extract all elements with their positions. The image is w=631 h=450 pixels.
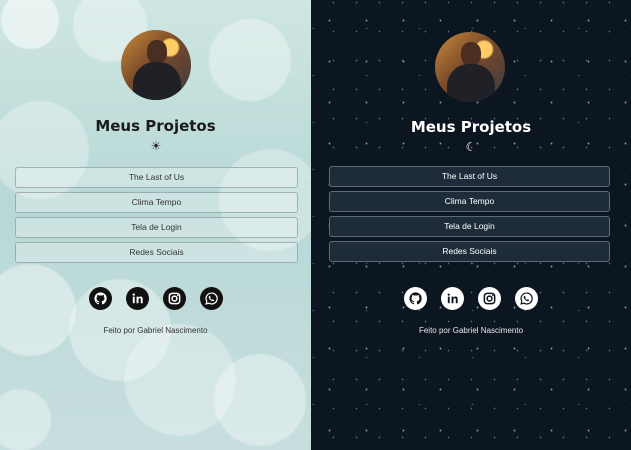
github-icon[interactable] [88, 287, 112, 310]
avatar [435, 32, 505, 102]
project-button-clima-tempo[interactable]: Clima Tempo [15, 192, 298, 213]
whatsapp-icon[interactable] [515, 287, 538, 310]
footer-credit: Feito por Gabriel Nascimento [418, 326, 524, 335]
instagram-icon[interactable] [162, 287, 186, 310]
sun-icon[interactable]: ☀ [149, 139, 163, 153]
moon-icon[interactable]: ☾ [464, 140, 478, 154]
social-icons [311, 287, 631, 310]
whatsapp-icon[interactable] [199, 287, 223, 310]
instagram-icon[interactable] [478, 287, 501, 310]
project-button-tela-de-login[interactable]: Tela de Login [15, 217, 298, 238]
dark-theme-panel: Meus Projetos ☾ The Last of Us Clima Tem… [311, 0, 631, 450]
page-title: Meus Projetos [95, 117, 216, 135]
github-icon[interactable] [404, 287, 427, 310]
avatar-body [447, 64, 495, 102]
project-button-tela-de-login[interactable]: Tela de Login [329, 216, 610, 237]
project-button-the-last-of-us[interactable]: The Last of Us [15, 167, 298, 188]
footer-credit: Feito por Gabriel Nascimento [103, 326, 208, 335]
project-button-redes-sociais[interactable]: Redes Sociais [15, 242, 298, 263]
linkedin-icon[interactable] [441, 287, 464, 310]
project-button-clima-tempo[interactable]: Clima Tempo [329, 191, 610, 212]
light-theme-panel: Meus Projetos ☀ The Last of Us Clima Tem… [0, 0, 311, 450]
avatar-head [147, 40, 167, 64]
linkedin-icon[interactable] [125, 287, 149, 310]
avatar-head [461, 42, 481, 66]
page-title: Meus Projetos [410, 118, 532, 136]
project-button-redes-sociais[interactable]: Redes Sociais [329, 241, 610, 262]
avatar-body [133, 62, 181, 100]
project-button-the-last-of-us[interactable]: The Last of Us [329, 166, 610, 187]
social-icons [0, 287, 311, 310]
avatar [121, 30, 191, 100]
